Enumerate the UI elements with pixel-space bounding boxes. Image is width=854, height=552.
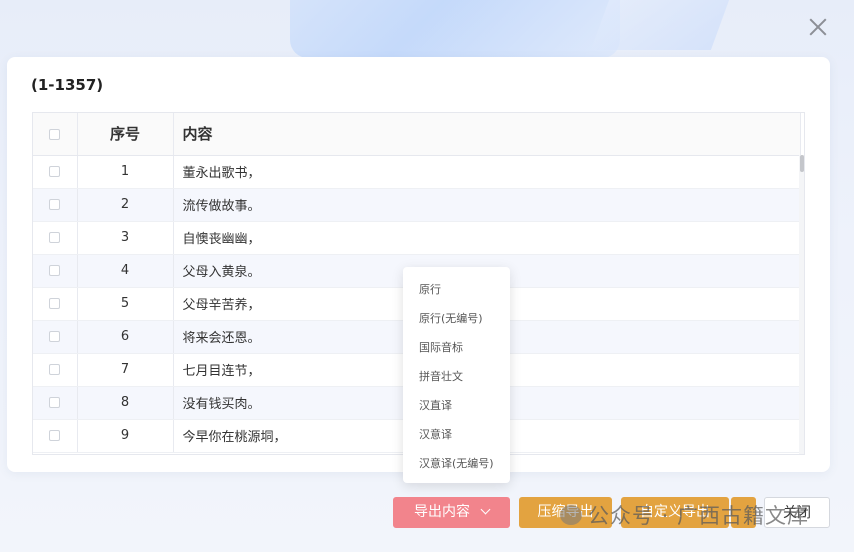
row-index: 5 bbox=[77, 287, 174, 321]
row-checkbox[interactable] bbox=[49, 166, 61, 177]
row-content: 自懊丧幽幽， bbox=[173, 221, 801, 255]
row-index: 3 bbox=[77, 221, 174, 255]
row-index: 2 bbox=[77, 188, 174, 222]
row-index: 7 bbox=[77, 353, 174, 387]
row-index: 9 bbox=[77, 419, 174, 453]
menu-item-pinyin-zhuang[interactable]: 拼音壮文 bbox=[403, 362, 510, 391]
select-all-checkbox[interactable] bbox=[49, 128, 61, 140]
menu-item-literal-translation[interactable]: 汉直译 bbox=[403, 391, 510, 420]
scrollbar-thumb[interactable] bbox=[800, 155, 804, 172]
row-checkbox[interactable] bbox=[49, 298, 61, 309]
row-index: 8 bbox=[77, 386, 174, 420]
row-checkbox[interactable] bbox=[49, 430, 61, 441]
menu-item-free-translation-no-number[interactable]: 汉意译(无编号) bbox=[403, 449, 510, 478]
header-background-decoration-2 bbox=[590, 0, 730, 50]
table-scrollbar[interactable] bbox=[799, 155, 804, 454]
header-index: 序号 bbox=[77, 113, 174, 156]
row-index: 4 bbox=[77, 254, 174, 288]
menu-item-original[interactable]: 原行 bbox=[403, 275, 510, 304]
table-row: 3 自懊丧幽幽， bbox=[33, 221, 801, 255]
header-background-decoration bbox=[290, 0, 620, 58]
row-checkbox[interactable] bbox=[49, 199, 61, 210]
export-content-button[interactable]: 导出内容 bbox=[393, 497, 510, 528]
zip-export-button[interactable]: 压缩导出 bbox=[519, 497, 612, 528]
export-dropdown-menu: 原行 原行(无编号) 国际音标 拼音壮文 汉直译 汉意译 汉意译(无编号) bbox=[403, 267, 510, 483]
chevron-down-icon bbox=[480, 504, 491, 515]
table-header-row: 序号 内容 bbox=[33, 113, 801, 156]
menu-item-original-no-number[interactable]: 原行(无编号) bbox=[403, 304, 510, 333]
custom-export-button[interactable]: 自定义导出 bbox=[621, 497, 729, 528]
row-content: 董永出歌书， bbox=[173, 155, 801, 189]
export-content-label: 导出内容 bbox=[414, 504, 470, 520]
table-row: 2 流传做故事。 bbox=[33, 188, 801, 222]
row-content: 流传做故事。 bbox=[173, 188, 801, 222]
header-content: 内容 bbox=[173, 113, 801, 156]
row-checkbox[interactable] bbox=[49, 265, 61, 276]
menu-item-ipa[interactable]: 国际音标 bbox=[403, 333, 510, 362]
range-label: (1-1357) bbox=[31, 76, 104, 94]
table-row: 1 董永出歌书， bbox=[33, 155, 801, 189]
select-all-cell bbox=[33, 113, 78, 156]
row-checkbox[interactable] bbox=[49, 331, 61, 342]
row-checkbox[interactable] bbox=[49, 397, 61, 408]
row-checkbox[interactable] bbox=[49, 232, 61, 243]
custom-export-dropdown-button[interactable] bbox=[731, 497, 756, 528]
menu-item-free-translation[interactable]: 汉意译 bbox=[403, 420, 510, 449]
dialog-close-icon[interactable] bbox=[808, 17, 828, 37]
row-index: 1 bbox=[77, 155, 174, 189]
row-index: 6 bbox=[77, 320, 174, 354]
close-button[interactable]: 关闭 bbox=[764, 497, 830, 528]
row-checkbox[interactable] bbox=[49, 364, 61, 375]
